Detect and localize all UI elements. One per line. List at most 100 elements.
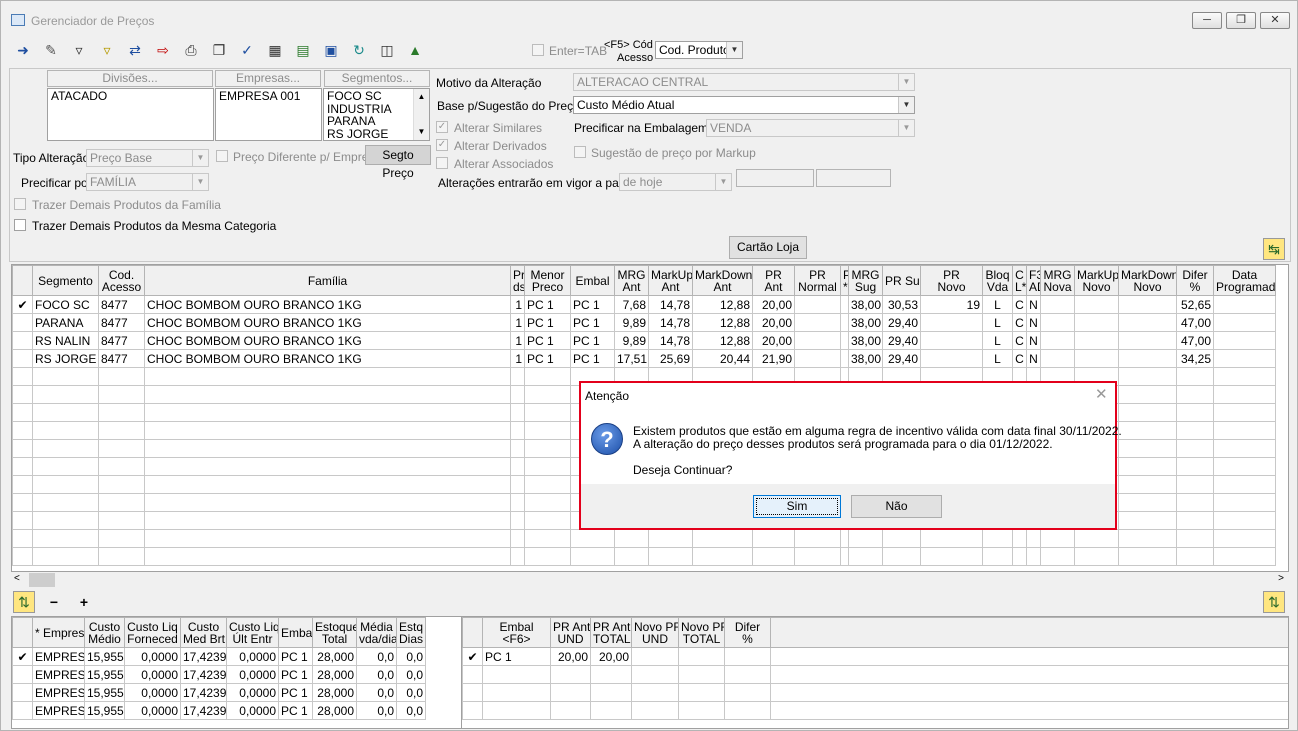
table-cell[interactable]: 17,4239 xyxy=(180,683,227,702)
alterar-derivados-checkbox[interactable]: ✓ xyxy=(436,139,448,151)
table-row[interactable]: PARANA 8477 CHOC BOMBOM OURO BRANCO 1KG 1 PC… xyxy=(12,313,1276,332)
main-grid-hscrollbar[interactable]: < > xyxy=(11,572,1289,588)
table-cell[interactable] xyxy=(724,683,771,702)
table-cell[interactable] xyxy=(510,529,525,548)
table-cell[interactable] xyxy=(1176,493,1214,512)
add-row-button[interactable]: + xyxy=(73,591,95,613)
table-cell[interactable] xyxy=(98,529,145,548)
table-cell[interactable] xyxy=(1026,547,1041,566)
table-cell[interactable] xyxy=(982,529,1013,548)
table-cell[interactable]: PC 1 xyxy=(570,295,615,314)
table-cell[interactable] xyxy=(678,665,725,684)
column-header[interactable]: PR Novo xyxy=(920,265,983,296)
table-cell[interactable]: 0,0000 xyxy=(226,647,279,666)
table-cell[interactable] xyxy=(1074,331,1119,350)
scroll-left-icon[interactable]: < xyxy=(14,573,20,584)
table-cell[interactable]: 15,9556 xyxy=(84,665,125,684)
table-cell[interactable] xyxy=(32,439,99,458)
table-cell[interactable]: 28,000 xyxy=(312,647,357,666)
table-cell[interactable]: 20,00 xyxy=(752,295,795,314)
checklist-icon[interactable]: ✓ xyxy=(235,38,259,62)
table-cell[interactable] xyxy=(840,295,849,314)
table-cell[interactable]: 28,000 xyxy=(312,701,357,720)
table-cell[interactable] xyxy=(1012,529,1027,548)
table-row[interactable]: RS JORGE 8477 CHOC BOMBOM OURO BRANCO 1KG 1… xyxy=(12,349,1276,368)
alterar-associados-checkbox[interactable] xyxy=(436,157,448,169)
filter-icon[interactable]: ▿ xyxy=(67,38,91,62)
segmentos-header[interactable]: Segmentos... xyxy=(324,70,430,87)
table-cell[interactable]: 9,89 xyxy=(614,331,649,350)
table-cell[interactable]: 0,0000 xyxy=(226,665,279,684)
column-header[interactable]: PR Ant UND xyxy=(550,617,591,648)
column-header[interactable]: Pr ds xyxy=(510,265,525,296)
column-header[interactable]: Custo Liq Forneced xyxy=(124,617,181,648)
table-cell[interactable] xyxy=(144,529,511,548)
table-cell[interactable] xyxy=(144,439,511,458)
list-item[interactable]: RS JORGE xyxy=(327,127,426,141)
table-cell[interactable] xyxy=(770,701,1288,720)
table-cell[interactable] xyxy=(840,349,849,368)
column-header[interactable]: MarkUp Ant xyxy=(648,265,693,296)
column-header[interactable]: PR Ant xyxy=(752,265,795,296)
table-cell[interactable] xyxy=(98,403,145,422)
table-cell[interactable] xyxy=(882,547,921,566)
table-cell[interactable] xyxy=(144,403,511,422)
table-cell[interactable] xyxy=(1176,367,1214,386)
table-cell[interactable] xyxy=(1118,493,1177,512)
table-cell[interactable] xyxy=(32,547,99,566)
minimize-button[interactable]: ─ xyxy=(1192,12,1222,29)
table-cell[interactable] xyxy=(1074,349,1119,368)
trazer-familia-checkbox[interactable] xyxy=(14,198,26,210)
table-cell[interactable] xyxy=(98,475,145,494)
table-cell[interactable] xyxy=(1040,349,1075,368)
vigor-time-field[interactable] xyxy=(816,169,891,187)
table-cell[interactable] xyxy=(510,385,525,404)
table-cell[interactable] xyxy=(1118,385,1177,404)
table-cell[interactable] xyxy=(550,665,591,684)
table-cell[interactable]: PC 1 xyxy=(278,683,313,702)
table-cell[interactable] xyxy=(590,683,632,702)
table-row[interactable] xyxy=(12,529,1276,548)
exit-icon[interactable]: ➜ xyxy=(11,38,35,62)
table-row[interactable]: RS NALIN 8477 CHOC BOMBOM OURO BRANCO 1KG 1… xyxy=(12,331,1276,350)
table-row[interactable] xyxy=(462,683,1288,702)
table-cell[interactable] xyxy=(1118,547,1177,566)
table-cell[interactable]: 20,00 xyxy=(752,313,795,332)
table-cell[interactable]: 14,78 xyxy=(648,313,693,332)
table-cell[interactable] xyxy=(1213,367,1276,386)
table-cell[interactable]: 0,0 xyxy=(396,701,426,720)
table-cell[interactable] xyxy=(614,529,649,548)
table-cell[interactable]: 29,40 xyxy=(882,313,921,332)
table-cell[interactable]: PC 1 xyxy=(570,313,615,332)
column-header[interactable]: Menor Preco xyxy=(524,265,571,296)
table-cell[interactable] xyxy=(1176,475,1214,494)
table-cell[interactable]: PC 1 xyxy=(278,647,313,666)
edit-icon[interactable]: ✎ xyxy=(39,38,63,62)
table-cell[interactable] xyxy=(1118,313,1177,332)
table-cell[interactable]: 25,69 xyxy=(648,349,693,368)
table-cell[interactable]: L xyxy=(982,313,1013,332)
table-cell[interactable]: 0,0000 xyxy=(226,701,279,720)
table-cell[interactable] xyxy=(794,547,841,566)
segmentos-list[interactable]: FOCO SC INDUSTRIA PARANA RS JORGE ▲ ▼ xyxy=(323,88,430,141)
table-cell[interactable] xyxy=(920,331,983,350)
table-cell[interactable] xyxy=(1213,493,1276,512)
table-cell[interactable] xyxy=(32,367,99,386)
table-cell[interactable] xyxy=(524,547,571,566)
table-cell[interactable] xyxy=(794,313,841,332)
table-cell[interactable]: 28,000 xyxy=(312,683,357,702)
table-cell[interactable] xyxy=(524,493,571,512)
table-row[interactable] xyxy=(462,665,1288,684)
list-item[interactable]: EMPRESA 001 xyxy=(216,89,321,104)
table-cell[interactable] xyxy=(1118,511,1177,530)
table-cell[interactable] xyxy=(510,547,525,566)
table-cell[interactable] xyxy=(1118,331,1177,350)
table-row[interactable]: EMPRESA15,95560,000017,42390,0000PC 128,… xyxy=(12,683,426,702)
table-cell[interactable] xyxy=(98,439,145,458)
table-cell[interactable]: 8477 xyxy=(98,313,145,332)
column-header[interactable]: Bloq Vda xyxy=(982,265,1013,296)
table-cell[interactable] xyxy=(1176,457,1214,476)
table-cell[interactable]: 17,4239 xyxy=(180,665,227,684)
table-cell[interactable] xyxy=(1213,439,1276,458)
table-cell[interactable]: 9,89 xyxy=(614,313,649,332)
